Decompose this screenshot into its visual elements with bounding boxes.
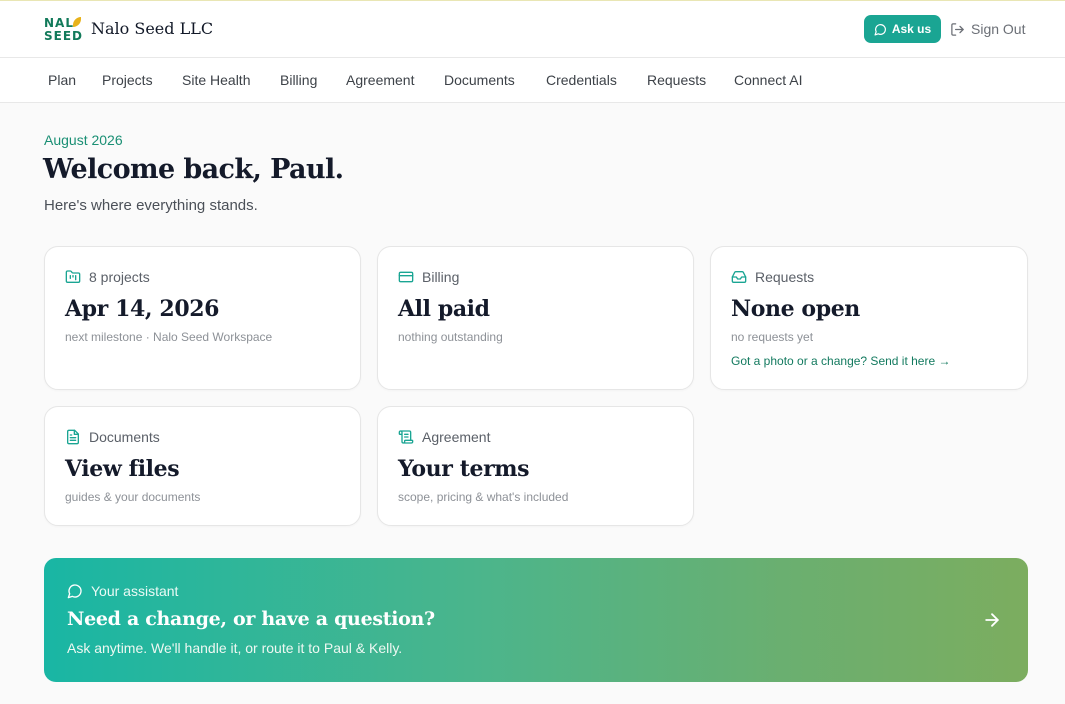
card-note: no requests yet (731, 330, 814, 344)
card-header: Billing (398, 269, 459, 285)
projects-card[interactable]: 8 projects Apr 14, 2026 next milestone ·… (44, 246, 361, 390)
card-note: nothing outstanding (398, 330, 503, 344)
document-icon (67, 429, 79, 445)
card-value: View files (65, 456, 180, 482)
assistant-banner[interactable]: Your assistant Need a change, or have a … (44, 558, 1028, 682)
folder-kanban-icon (65, 270, 81, 283)
current-month: August 2026 (44, 132, 123, 148)
card-value: Your terms (398, 456, 530, 482)
card-label: Documents (89, 429, 160, 445)
sign-out-label: Sign Out (971, 21, 1026, 37)
card-label: Requests (755, 269, 815, 285)
arrow-right-icon[interactable] (982, 610, 1002, 630)
ask-us-label: Ask us (891, 22, 932, 36)
sign-out-button[interactable]: Sign Out (950, 20, 1025, 38)
chat-bubble-icon (67, 584, 82, 599)
nav-item-site-health[interactable]: Site Health (182, 72, 250, 88)
leaf-icon (73, 17, 81, 27)
nav-item-connect-ai[interactable]: Connect AI (734, 72, 803, 88)
logo-text-bottom: SEED (44, 29, 83, 43)
nalo-seed-logo[interactable]: NAL SEED (44, 17, 82, 43)
company-name: Nalo Seed LLC (91, 19, 214, 38)
assistant-label: Your assistant (91, 583, 179, 599)
credit-card-icon (398, 271, 414, 283)
main-nav: Plan Projects Site Health Billing Agreem… (0, 58, 1065, 103)
nav-item-billing[interactable]: Billing (280, 72, 317, 88)
card-header: Documents (65, 429, 160, 445)
card-header: Requests (731, 269, 814, 285)
card-label: Billing (422, 269, 460, 285)
card-value: All paid (398, 296, 490, 322)
nav-item-plan[interactable]: Plan (48, 72, 76, 88)
documents-card[interactable]: Documents View files guides & your docum… (44, 406, 361, 526)
inbox-icon (731, 271, 747, 283)
nav-item-documents[interactable]: Documents (444, 72, 515, 88)
sign-out-icon (951, 22, 964, 36)
requests-card[interactable]: Requests None open no requests yet Got a… (710, 246, 1028, 390)
card-note: guides & your documents (65, 490, 201, 504)
nav-item-credentials[interactable]: Credentials (546, 72, 617, 88)
card-label: Agreement (422, 429, 491, 445)
card-note: next milestone · Nalo Seed Workspace (65, 330, 273, 344)
assistant-description: Ask anytime. We'll handle it, or route i… (67, 640, 403, 656)
ask-us-button[interactable]: Ask us (864, 15, 941, 43)
assistant-header: Your assistant (67, 583, 178, 599)
billing-card[interactable]: Billing All paid nothing outstanding (377, 246, 694, 390)
page-title: Welcome back, Paul. (43, 154, 344, 185)
assistant-title: Need a change, or have a question? (67, 608, 435, 630)
card-note: scope, pricing & what's included (398, 490, 569, 504)
nav-item-projects[interactable]: Projects (102, 72, 153, 88)
send-request-link[interactable]: Got a photo or a change? Send it here → (731, 354, 950, 368)
agreement-card[interactable]: Agreement Your terms scope, pricing & wh… (377, 406, 694, 526)
card-value: None open (731, 296, 860, 322)
card-header: 8 projects (65, 269, 150, 285)
card-label: 8 projects (89, 269, 150, 285)
card-header: Agreement (398, 429, 490, 445)
nav-item-requests[interactable]: Requests (647, 72, 706, 88)
app-header: NAL SEED Nalo Seed LLC Ask us Sign Out (0, 1, 1065, 58)
card-value: Apr 14, 2026 (65, 296, 220, 322)
page-subtitle: Here's where everything stands. (44, 197, 258, 214)
scroll-icon (398, 430, 414, 444)
nav-item-agreement[interactable]: Agreement (346, 72, 414, 88)
chat-bubble-icon (874, 23, 886, 36)
